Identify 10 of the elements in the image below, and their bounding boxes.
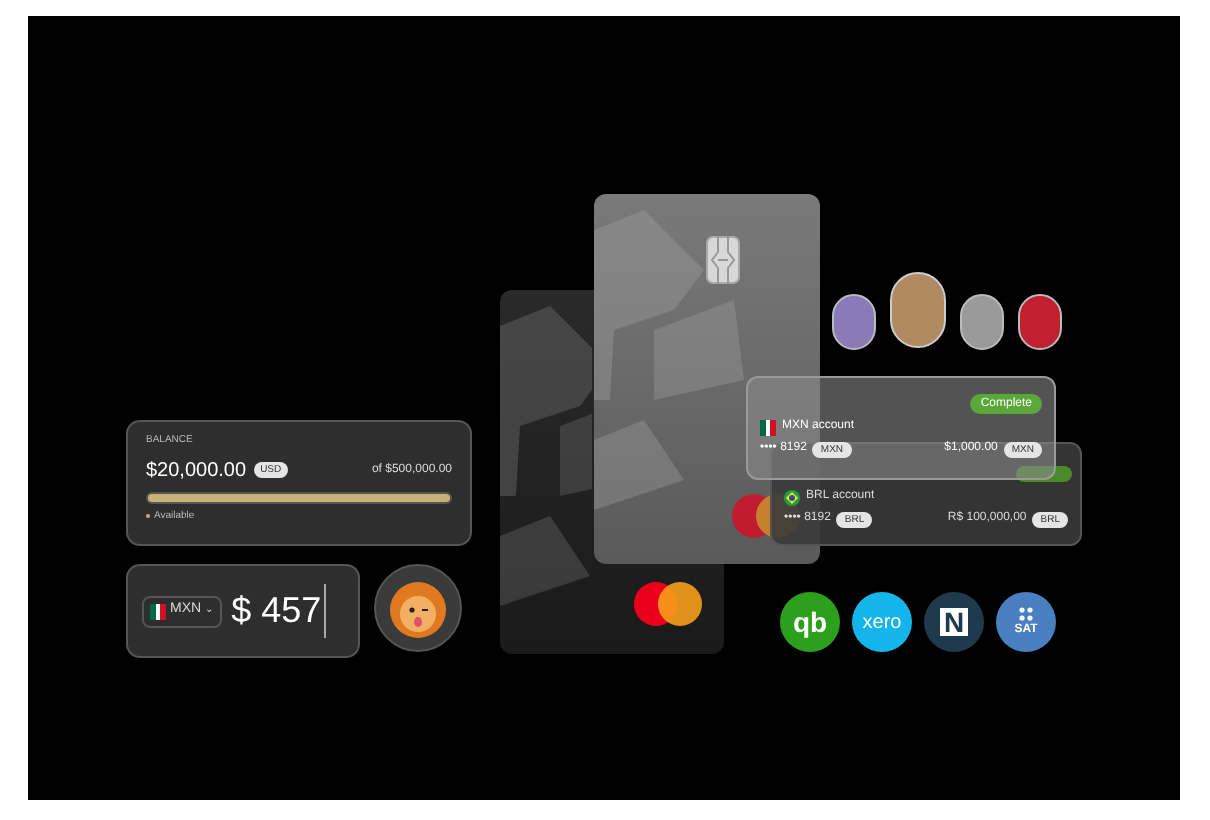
mexico-flag-icon	[150, 603, 166, 619]
amount-value: 457	[261, 584, 326, 638]
lion-mascot-drawing	[374, 564, 462, 652]
currency-symbol: $	[231, 588, 252, 634]
chip-icon	[706, 236, 740, 284]
balance-amount: $20,000.00	[146, 457, 247, 485]
mastercard-logo	[632, 580, 704, 628]
mexico-flag-icon	[760, 419, 776, 435]
brazil-flag-icon	[784, 489, 800, 505]
status-badge	[1016, 466, 1072, 482]
